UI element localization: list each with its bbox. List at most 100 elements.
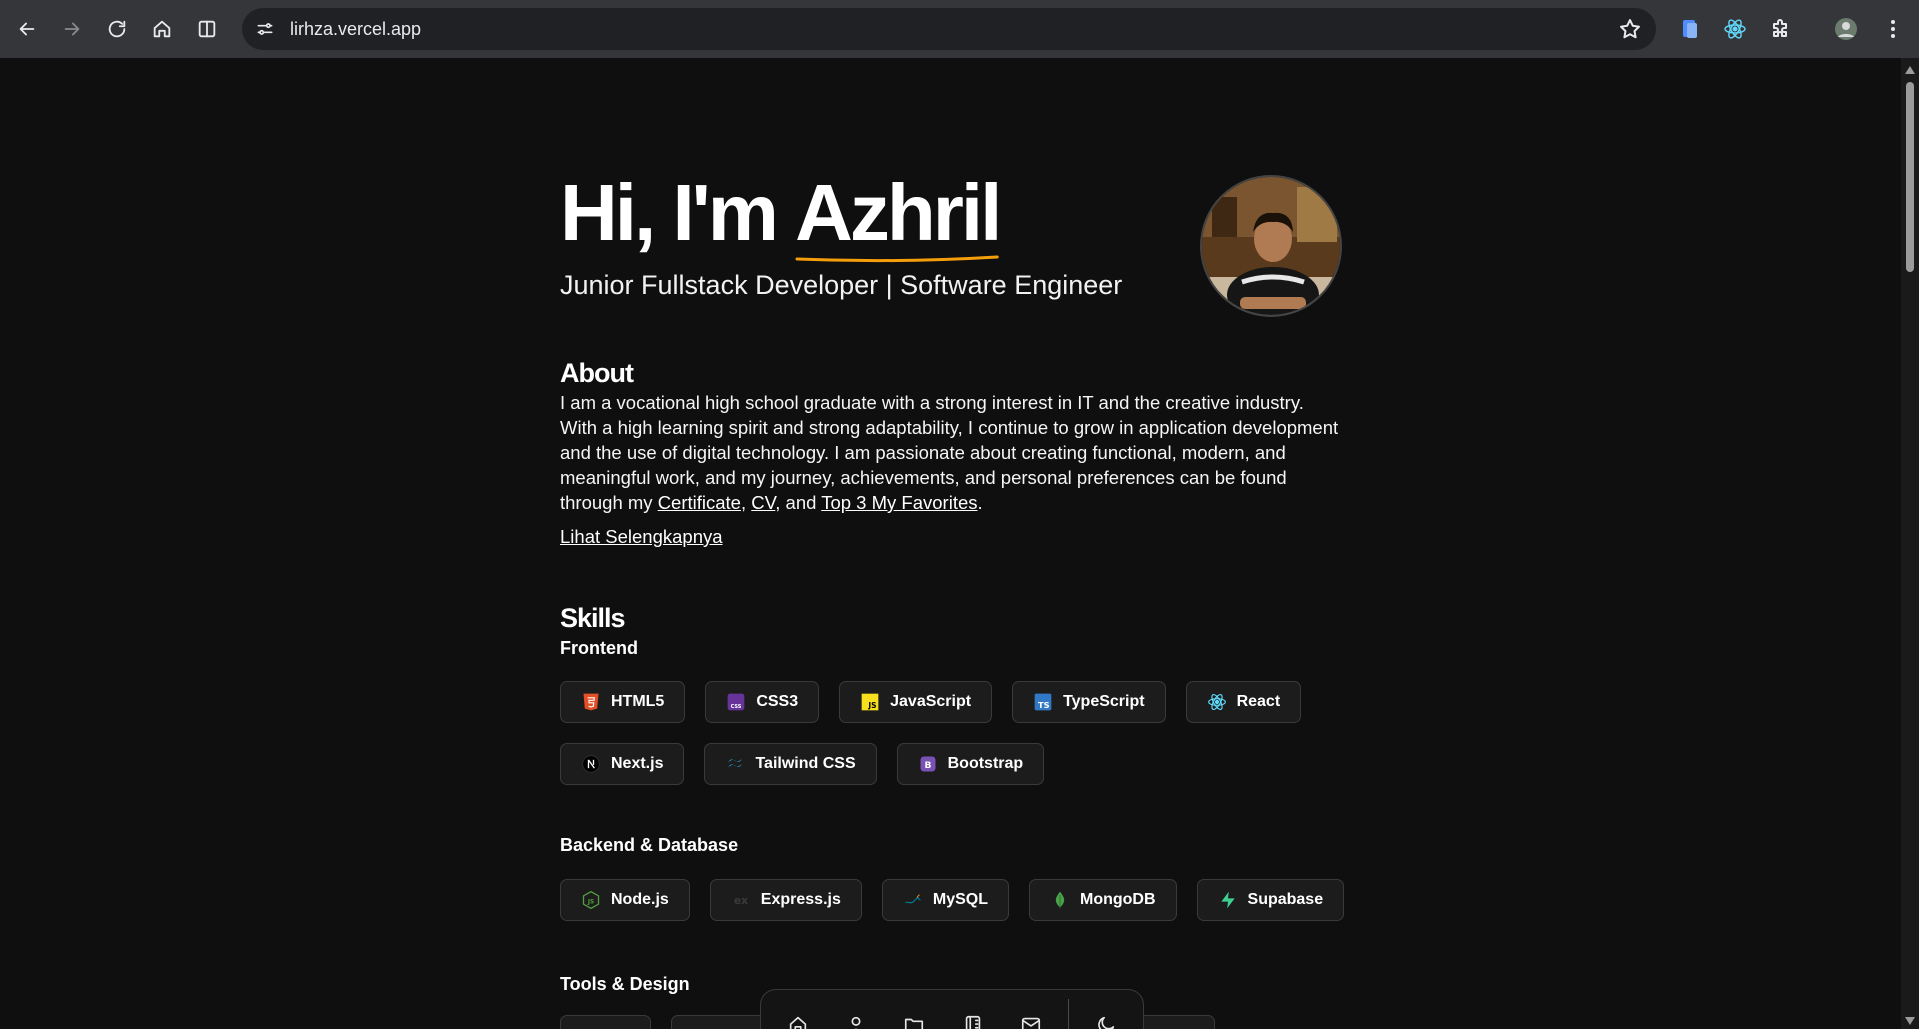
profile-button[interactable] (1826, 9, 1866, 49)
skill-label: MySQL (932, 891, 988, 908)
dock-divider (1067, 999, 1069, 1029)
hero-name-text: Azhril (795, 168, 1002, 257)
hero-name: Azhril (795, 173, 1002, 263)
about-end: . (977, 492, 983, 513)
arrow-right-icon (64, 22, 80, 36)
forward-button[interactable] (52, 9, 92, 49)
tools-design-title: Tools & Design (560, 974, 690, 994)
expressjs-icon: ex (731, 890, 751, 910)
see-more-link[interactable]: Lihat Selengkapnya (560, 526, 723, 548)
skill-label: Tailwind CSS (755, 755, 856, 772)
react-devtools-button[interactable] (1715, 9, 1755, 49)
extension-blue-button[interactable] (1670, 9, 1710, 49)
scroll-thumb[interactable] (1906, 82, 1914, 272)
dock-contact-button[interactable] (1010, 1003, 1052, 1029)
user-icon (851, 1016, 861, 1029)
svg-text:ex: ex (734, 894, 748, 907)
about-title: About (560, 358, 634, 388)
cv-link[interactable]: CV (751, 492, 775, 513)
scroll-up-arrow[interactable] (1905, 66, 1915, 74)
skill-label: CSS3 (756, 693, 799, 710)
skill-chip-bootstrap[interactable]: B Bootstrap (896, 743, 1045, 785)
backend-row: JS Node.js ex Express.js MySQL MongoDB S… (560, 879, 1345, 921)
more-vert-icon (1891, 20, 1895, 38)
hero-greeting: Hi, I'm (560, 168, 796, 257)
html5-icon (581, 692, 601, 712)
about-sep: , (740, 492, 752, 513)
skill-label: HTML5 (611, 693, 665, 710)
scroll-down-arrow[interactable] (1905, 1017, 1915, 1025)
profile-photo-image (1202, 177, 1340, 315)
skill-label: TypeScript (1063, 693, 1145, 710)
skill-chip-expressjs[interactable]: ex Express.js (709, 879, 862, 921)
hero-title: Hi, I'm Azhril (560, 173, 1002, 263)
name-underline-decoration (795, 255, 999, 263)
bottom-dock (760, 989, 1144, 1029)
dock-theme-toggle[interactable] (1085, 1003, 1127, 1029)
skill-chip-nextjs[interactable]: Next.js (560, 743, 685, 785)
bookmark-button[interactable] (1618, 17, 1642, 46)
frontend-row-1: HTML5 CSS CSS3 JS JavaScript TS TypeScri… (560, 681, 1302, 723)
skill-chip-nodejs[interactable]: JS Node.js (560, 879, 690, 921)
skill-chip-react[interactable]: React (1185, 681, 1302, 723)
supabase-icon (1218, 890, 1238, 910)
skill-chip-mysql[interactable]: MySQL (881, 879, 1009, 921)
react-icon (1207, 692, 1227, 712)
address-bar[interactable]: lirhza.vercel.app (242, 8, 1656, 50)
certificate-link[interactable]: Certificate (658, 492, 741, 513)
skills-title: Skills (560, 603, 626, 633)
star-icon (1620, 19, 1640, 39)
split-view-button[interactable] (187, 9, 227, 49)
backend-title: Backend & Database (560, 835, 739, 855)
menu-button[interactable] (1873, 9, 1913, 49)
dock-notebook-button[interactable] (952, 1003, 994, 1029)
svg-text:TS: TS (1038, 700, 1050, 710)
reload-icon (108, 20, 126, 38)
favorites-link[interactable]: Top 3 My Favorites (821, 492, 977, 513)
svg-text:JS: JS (587, 899, 594, 905)
skill-chip-javascript[interactable]: JS JavaScript (839, 681, 993, 723)
skill-chip-supabase[interactable]: Supabase (1196, 879, 1345, 921)
frontend-title: Frontend (560, 638, 638, 658)
back-button[interactable] (7, 9, 47, 49)
dock-about-button[interactable] (835, 1003, 877, 1029)
skill-chip-mongodb[interactable]: MongoDB (1028, 879, 1177, 921)
skill-chip-tool-1[interactable] (560, 1015, 651, 1029)
skill-label: Express.js (760, 891, 841, 908)
dock-home-button[interactable] (777, 1003, 819, 1029)
site-info-button[interactable] (248, 12, 282, 46)
react-icon (1724, 19, 1746, 39)
arrow-left-icon (19, 22, 35, 36)
nextjs-icon (581, 754, 601, 774)
about-paragraph: I am a vocational high school graduate w… (560, 390, 1345, 515)
page-viewport: Hi, I'm Azhril Junior Fullstack Develope… (0, 58, 1901, 1029)
skill-label: Bootstrap (947, 755, 1024, 772)
skill-chip-typescript[interactable]: TS TypeScript (1012, 681, 1166, 723)
about-sep: , and (775, 492, 822, 513)
skill-label: Node.js (611, 891, 669, 908)
bootstrap-icon: B (918, 754, 938, 774)
page-scrollbar[interactable] (1901, 58, 1919, 1029)
puzzle-icon (1773, 19, 1787, 37)
skill-chip-css3[interactable]: CSS CSS3 (705, 681, 820, 723)
tune-icon (257, 23, 273, 35)
skill-label: React (1236, 693, 1281, 710)
skill-chip-tailwind[interactable]: Tailwind CSS (704, 743, 877, 785)
dock-projects-button[interactable] (893, 1003, 935, 1029)
skill-label: Supabase (1247, 891, 1324, 908)
home-button[interactable] (142, 9, 182, 49)
hero-subtitle: Junior Fullstack Developer | Software En… (560, 270, 1123, 300)
home-icon (789, 1016, 807, 1029)
reload-button[interactable] (97, 9, 137, 49)
profile-photo (1200, 175, 1342, 317)
javascript-icon: JS (860, 692, 880, 712)
skill-chip-html5[interactable]: HTML5 (560, 681, 686, 723)
svg-text:CSS: CSS (731, 704, 742, 710)
skill-label: JavaScript (890, 693, 972, 710)
book-icon (965, 1015, 980, 1029)
mail-icon (1021, 1017, 1040, 1029)
css3-icon: CSS (726, 692, 746, 712)
moon-icon (1098, 1016, 1115, 1029)
split-view-icon (198, 20, 216, 38)
extensions-button[interactable] (1761, 9, 1801, 49)
